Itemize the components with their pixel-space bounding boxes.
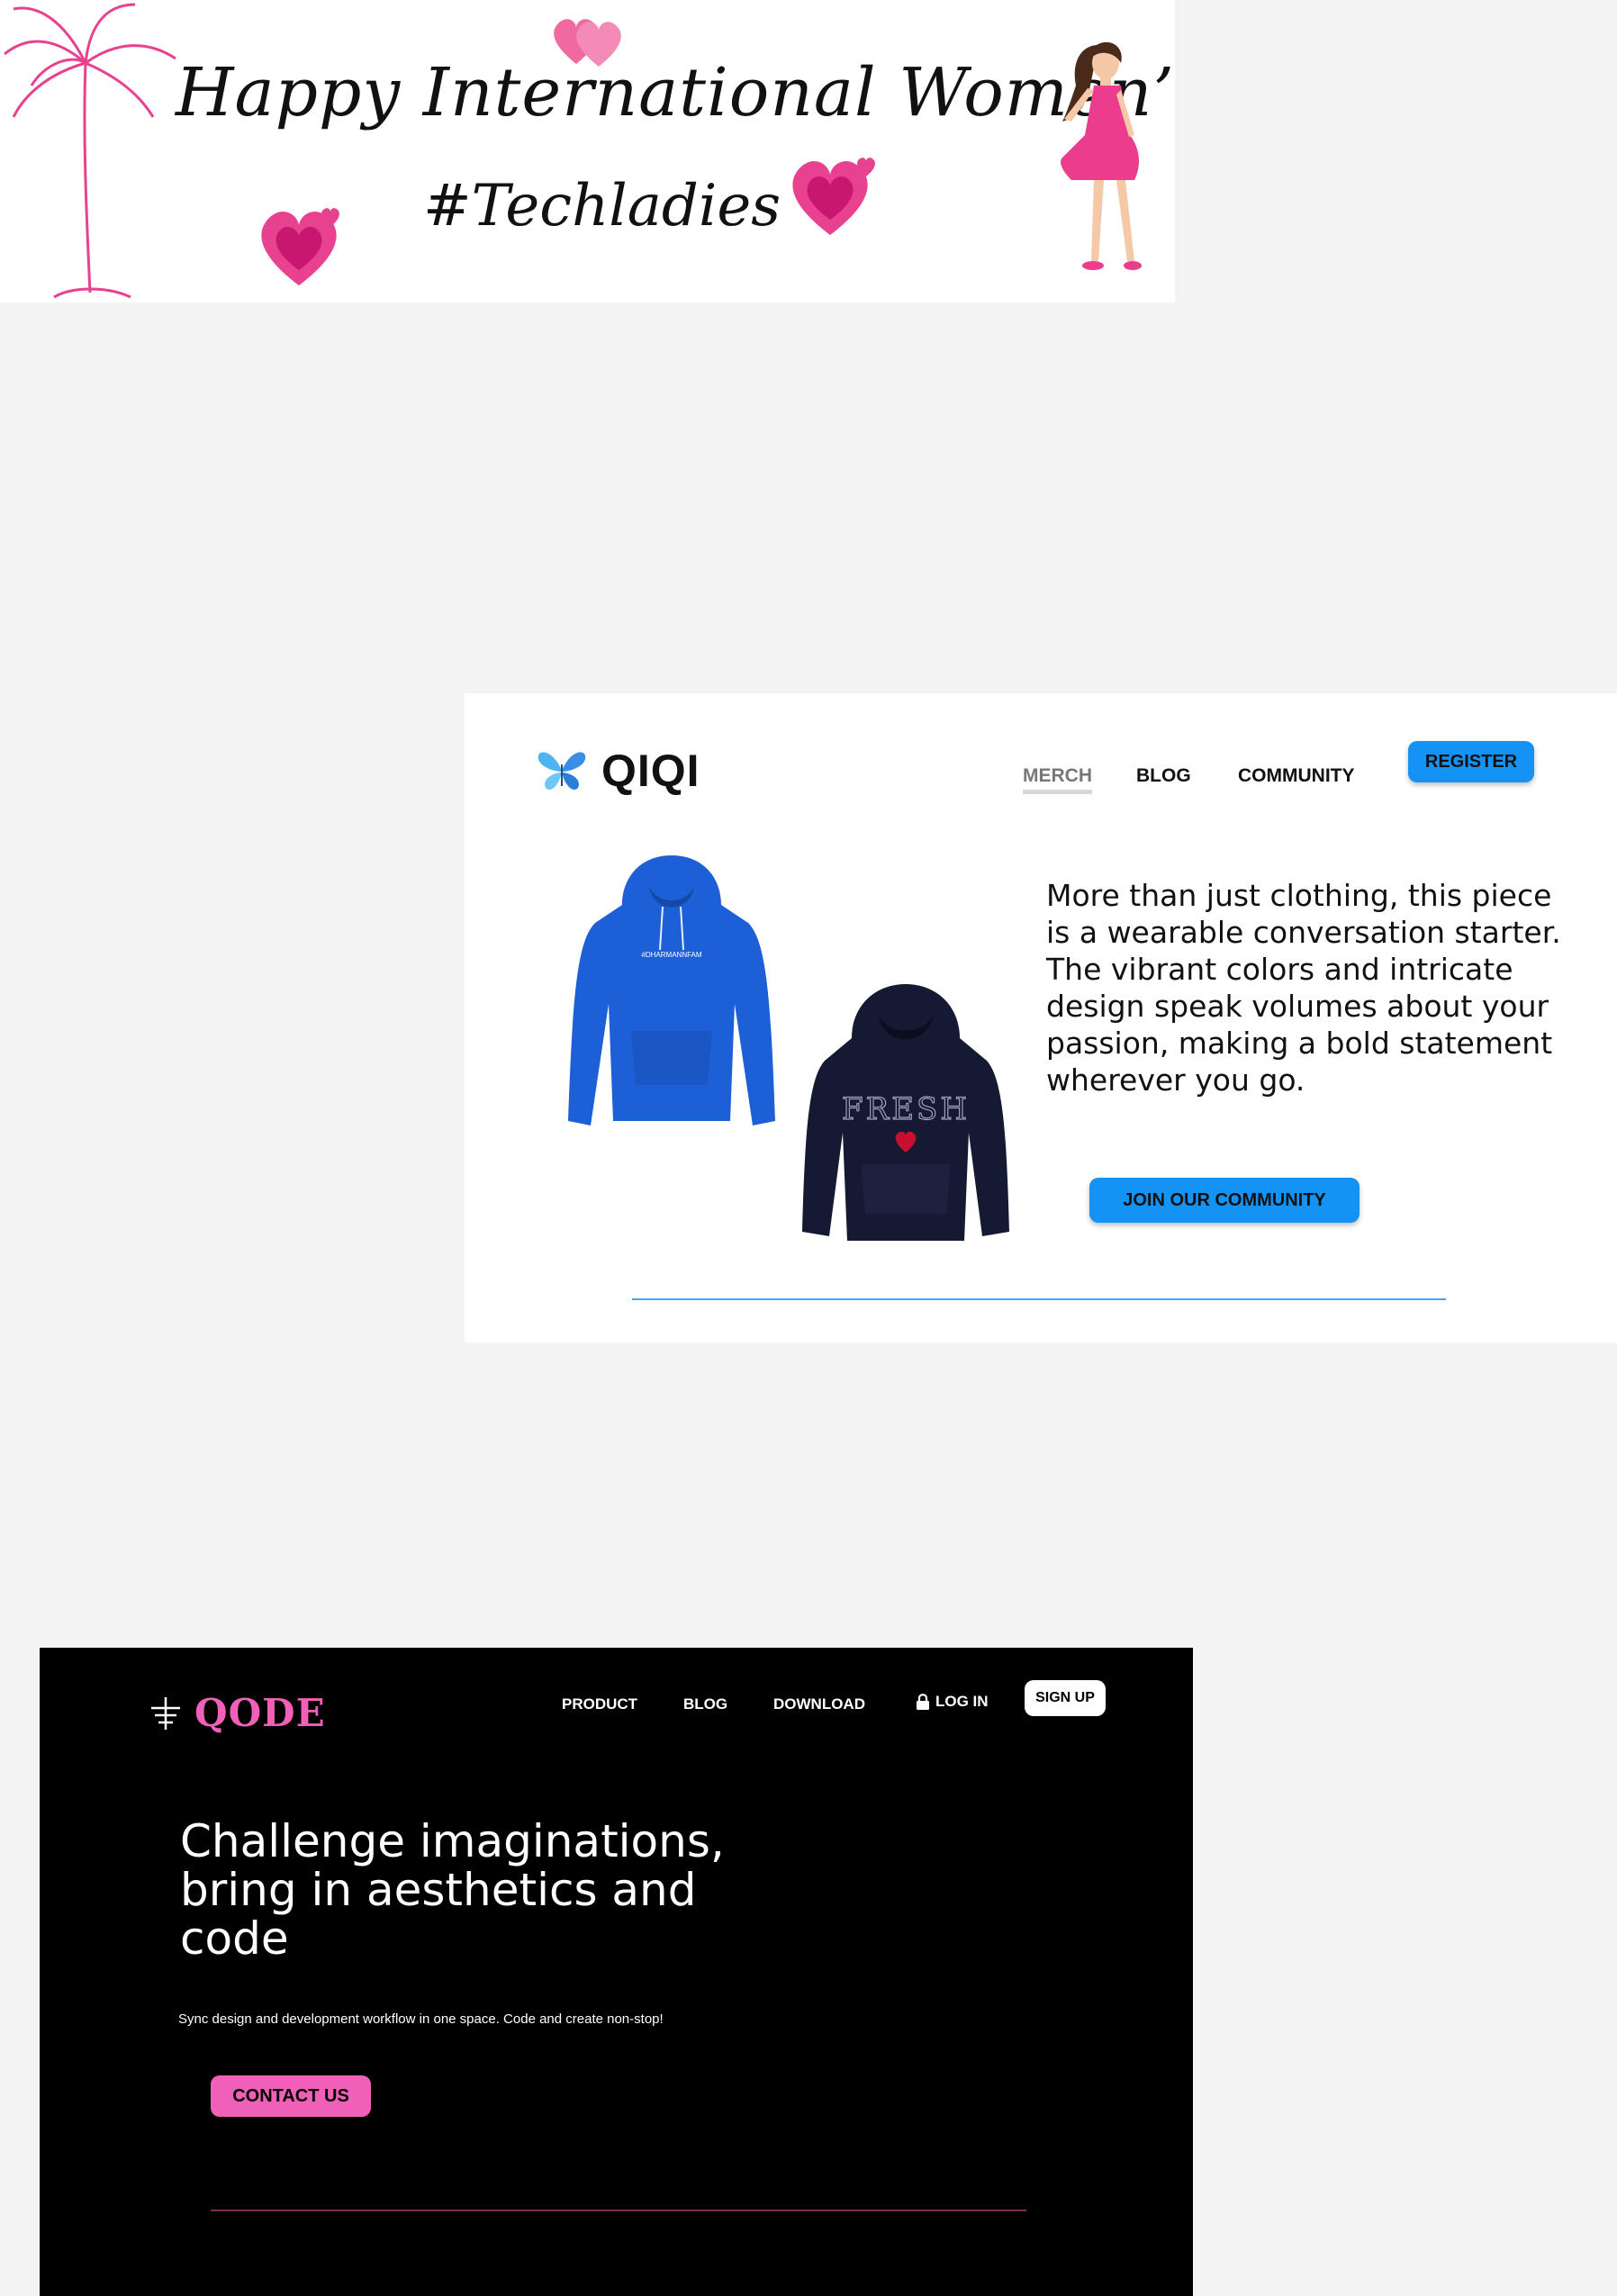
nav-community-link[interactable]: COMMUNITY <box>1238 765 1355 787</box>
navy-hoodie-image[interactable]: FRESH <box>798 980 1014 1250</box>
qode-page: QODE PRODUCT BLOG DOWNLOAD LOG IN SIGN U… <box>40 1648 1193 2296</box>
womens-day-banner: Happy International Women’s Day #Techlad… <box>0 0 1175 303</box>
blue-hoodie-image[interactable]: #DHARMANNFAM <box>559 851 784 1139</box>
login-label: LOG IN <box>935 1693 989 1710</box>
nav-product-link[interactable]: PRODUCT <box>562 1695 637 1713</box>
heart-icon <box>792 158 875 235</box>
login-link[interactable]: LOG IN <box>916 1693 989 1711</box>
product-description: More than just clothing, this piece is a… <box>1046 878 1561 1098</box>
banner-title: Happy International Women’s Day <box>176 54 1175 131</box>
heart-icon <box>261 208 339 285</box>
navy-hoodie-print: FRESH <box>842 1091 970 1127</box>
signup-button[interactable]: SIGN UP <box>1025 1680 1106 1716</box>
banner-hashtag: #Techladies <box>423 173 781 240</box>
qode-logo[interactable]: QODE <box>148 1691 326 1735</box>
hero-subtext: Sync design and development workflow in … <box>178 2011 664 2027</box>
nav-download-link[interactable]: DOWNLOAD <box>773 1695 865 1713</box>
lock-icon <box>917 1694 929 1710</box>
contact-us-button[interactable]: CONTACT US <box>211 2075 371 2117</box>
section-divider <box>211 2210 1026 2211</box>
qode-brand-name: QODE <box>194 1691 326 1735</box>
qode-logo-icon <box>151 1696 180 1730</box>
nav-blog-link[interactable]: BLOG <box>683 1695 727 1713</box>
section-divider <box>632 1298 1446 1300</box>
join-community-button[interactable]: JOIN OUR COMMUNITY <box>1089 1178 1360 1223</box>
woman-illustration-icon <box>1061 41 1142 270</box>
nav-blog-link[interactable]: BLOG <box>1136 765 1191 787</box>
nav-merch-link[interactable]: MERCH <box>1023 765 1092 794</box>
register-button[interactable]: REGISTER <box>1408 741 1534 782</box>
palm-tree-icon <box>4 3 176 299</box>
hero-headline: Challenge imaginations, bring in aesthet… <box>180 1815 725 1965</box>
blue-hoodie-print: #DHARMANNFAM <box>641 951 701 959</box>
qiqi-page: QIQI MERCH BLOG COMMUNITY REGISTER #DHAR… <box>465 693 1617 1342</box>
